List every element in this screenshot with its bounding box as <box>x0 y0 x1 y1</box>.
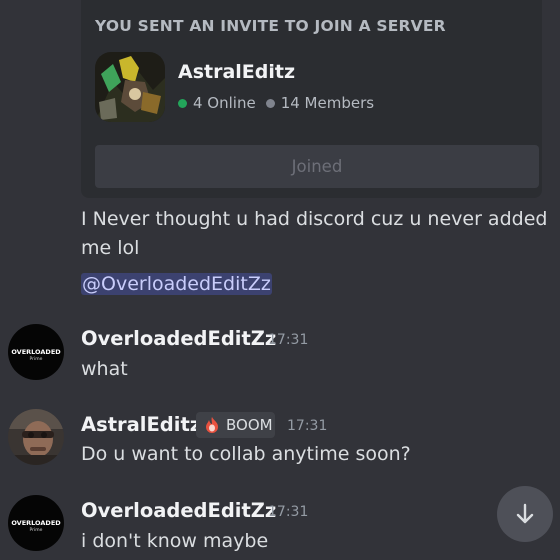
server-name: AstralEditz <box>178 61 296 83</box>
message-text: i don't know maybe <box>81 530 269 552</box>
avatar-logo-subtext: Prime <box>30 527 43 533</box>
fire-icon <box>206 417 218 433</box>
guild-tag[interactable]: BOOM <box>196 412 275 438</box>
joined-button[interactable]: Joined <box>95 145 539 188</box>
avatar[interactable] <box>8 409 64 465</box>
mention-line: @OverloadedEditZz <box>81 270 272 299</box>
username[interactable]: OverloadedEditZz <box>81 327 276 350</box>
avatar[interactable]: OVERLOADED Prime <box>8 324 64 380</box>
guild-tag-label: BOOM <box>226 416 273 434</box>
members-dot-icon <box>265 98 275 108</box>
server-stats: 4 Online 14 Members <box>178 94 374 112</box>
avatar-logo-subtext: Prime <box>30 356 43 362</box>
username[interactable]: AstralEditz <box>81 413 201 436</box>
invite-heading: YOU SENT AN INVITE TO JOIN A SERVER <box>95 17 446 35</box>
user-mention[interactable]: @OverloadedEditZz <box>81 273 272 295</box>
arrow-down-icon <box>516 503 534 524</box>
message-text: Do u want to collab anytime soon? <box>81 443 411 465</box>
online-dot-icon <box>178 98 187 108</box>
online-count: 4 Online <box>193 94 256 112</box>
timestamp: 17:31 <box>268 504 309 520</box>
message-line: me lol <box>81 237 140 259</box>
avatar-logo-text: OVERLOADED <box>11 348 61 356</box>
server-invite-card: YOU SENT AN INVITE TO JOIN A SERVER Astr… <box>81 0 542 198</box>
avatar-logo-text: OVERLOADED <box>11 519 61 527</box>
avatar[interactable]: OVERLOADED Prime <box>8 495 64 551</box>
message-text: what <box>81 358 128 380</box>
timestamp: 17:31 <box>287 418 328 434</box>
message-text: I Never thought u had discord cuz u neve… <box>81 205 547 263</box>
scroll-to-bottom-button[interactable] <box>497 486 553 542</box>
member-count: 14 Members <box>280 94 375 112</box>
server-icon[interactable] <box>95 52 165 122</box>
timestamp: 17:31 <box>268 332 309 348</box>
message-line: I Never thought u had discord cuz u neve… <box>81 208 548 230</box>
username[interactable]: OverloadedEditZz <box>81 499 276 522</box>
